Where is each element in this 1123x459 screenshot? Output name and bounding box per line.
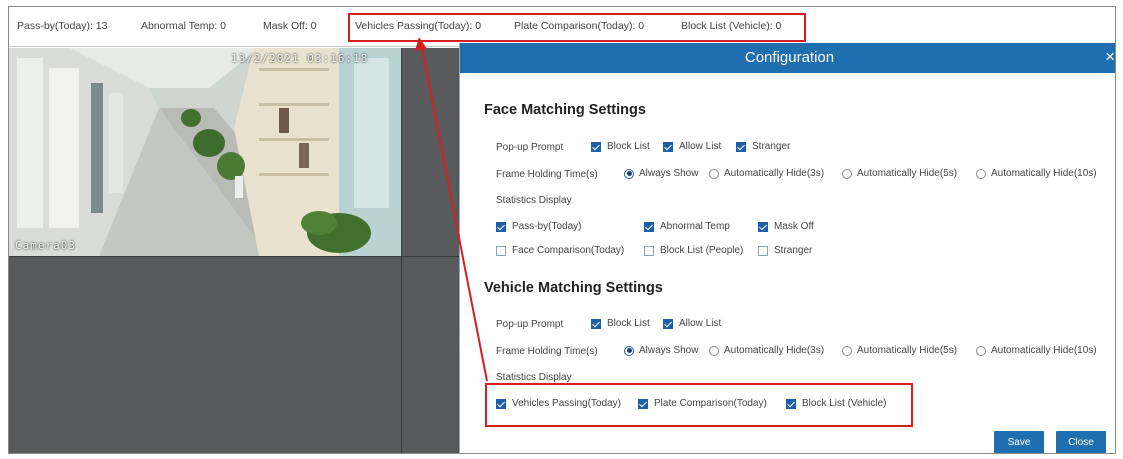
face-frame-option[interactable]: Automatically Hide(3s) [709,168,824,179]
option-label: Abnormal Temp [660,221,730,232]
vehicle-frame-option[interactable]: Automatically Hide(3s) [709,345,824,356]
face-stats-option[interactable]: Stranger [758,245,812,256]
checkbox[interactable] [496,245,506,256]
checkbox[interactable] [758,245,768,256]
face-popup-label: Pop-up Prompt [496,142,564,153]
camera-image [9,48,401,256]
highlight-box-stats [348,13,806,42]
stat-pass-by: Pass-by(Today): 13 [17,20,108,32]
radio[interactable] [709,345,719,356]
face-stats-option[interactable]: Face Comparison(Today) [496,245,624,256]
checkbox[interactable] [496,221,506,232]
option-label: Stranger [774,245,813,256]
option-label: Always Show [639,345,699,356]
checkbox[interactable] [736,141,746,152]
save-button[interactable]: Save [994,431,1044,453]
close-icon[interactable]: × [1105,48,1115,65]
grid-divider [401,48,402,453]
face-stats-option[interactable]: Abnormal Temp [644,221,730,232]
radio[interactable] [976,168,986,179]
video-grid: 13/2/2021 03:16:18 Camera03 [9,48,459,453]
option-label: Block List [607,141,650,152]
dialog-title: Configuration [744,49,835,66]
close-button[interactable]: Close [1056,431,1106,453]
vehicle-frame-option[interactable]: Automatically Hide(5s) [842,345,957,356]
option-label: Automatically Hide(10s) [991,345,1097,356]
face-frame-option[interactable]: Automatically Hide(5s) [842,168,957,179]
radio[interactable] [976,345,986,356]
camera-timestamp: 13/2/2021 03:16:18 [231,52,369,65]
vehicle-frame-label: Frame Holding Time(s) [496,346,598,357]
checkbox[interactable] [644,245,654,256]
option-label: Block List [607,318,650,329]
dialog-header: Configuration × [460,43,1115,73]
vehicle-popup-option[interactable]: Block List [591,318,650,329]
option-label: Automatically Hide(5s) [857,168,958,179]
option-label: Pass-by(Today) [512,221,582,232]
face-frame-option[interactable]: Always Show [624,168,698,179]
face-frame-option[interactable]: Automatically Hide(10s) [976,168,1097,179]
face-stats-label: Statistics Display [496,195,572,206]
option-label: Automatically Hide(5s) [857,345,958,356]
face-section-title: Face Matching Settings [484,102,646,118]
configuration-dialog: Configuration × Face Matching Settings P… [459,43,1115,453]
camera-name: Camera03 [15,239,76,252]
vehicle-stats-label: Statistics Display [496,372,572,383]
option-label: Mask Off [774,221,814,232]
vehicle-frame-option[interactable]: Automatically Hide(10s) [976,345,1097,356]
checkbox[interactable] [644,221,654,232]
vehicle-frame-option[interactable]: Always Show [624,345,698,356]
option-label: Automatically Hide(10s) [991,168,1097,179]
highlight-box-vehicle-stats [485,383,913,427]
option-label: Always Show [639,168,699,179]
option-label: Allow List [679,141,722,152]
vehicle-section-title: Vehicle Matching Settings [484,280,663,296]
option-label: Face Comparison(Today) [512,245,625,256]
stat-abnormal-temp: Abnormal Temp: 0 [141,20,227,32]
face-frame-label: Frame Holding Time(s) [496,169,598,180]
app-frame: Pass-by(Today): 13 Abnormal Temp: 0 Mask… [8,6,1116,454]
checkbox[interactable] [758,221,768,232]
option-label: Automatically Hide(3s) [724,168,825,179]
face-stats-option[interactable]: Mask Off [758,221,814,232]
camera-view[interactable]: 13/2/2021 03:16:18 Camera03 [9,48,401,256]
option-label: Block List (People) [660,245,744,256]
option-label: Allow List [679,318,722,329]
radio[interactable] [842,168,852,179]
option-label: Stranger [752,141,791,152]
radio[interactable] [624,168,634,179]
face-stats-option[interactable]: Pass-by(Today) [496,221,581,232]
face-popup-option[interactable]: Allow List [663,141,721,152]
vehicle-popup-option[interactable]: Allow List [663,318,721,329]
radio[interactable] [624,345,634,356]
vehicle-popup-label: Pop-up Prompt [496,319,564,330]
stat-mask-off: Mask Off: 0 [263,20,317,32]
face-stats-option[interactable]: Block List (People) [644,245,743,256]
option-label: Automatically Hide(3s) [724,345,825,356]
checkbox[interactable] [591,141,601,152]
face-popup-option[interactable]: Block List [591,141,650,152]
face-popup-option[interactable]: Stranger [736,141,790,152]
checkbox[interactable] [663,318,673,329]
grid-divider [9,256,459,257]
radio[interactable] [709,168,719,179]
radio[interactable] [842,345,852,356]
checkbox[interactable] [591,318,601,329]
statistics-bar: Pass-by(Today): 13 Abnormal Temp: 0 Mask… [9,7,1115,47]
checkbox[interactable] [663,141,673,152]
